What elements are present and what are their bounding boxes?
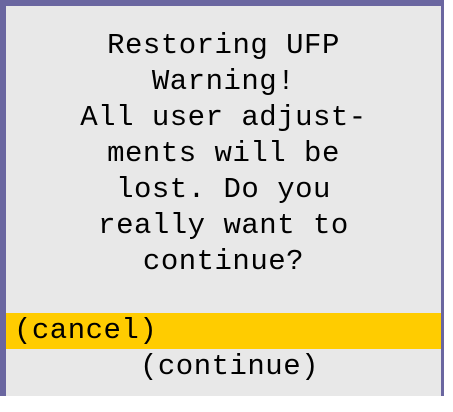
dialog-message-line-1: All user adjust- [80, 101, 367, 134]
dialog-title-line-1: Restoring UFP [107, 29, 340, 62]
cancel-option[interactable]: (cancel) [6, 313, 441, 349]
continue-option[interactable]: (continue) [6, 349, 441, 385]
dialog-message-line-2: ments will be [107, 137, 340, 170]
dialog-message-line-5: continue? [142, 245, 305, 278]
dialog-title-line-2: Warning! [151, 65, 296, 98]
dialog-message: Restoring UFP Warning! All user adjust- … [6, 28, 441, 280]
dialog-message-line-4: really want to [98, 209, 349, 242]
restore-warning-dialog: Restoring UFP Warning! All user adjust- … [0, 0, 444, 396]
dialog-message-line-3: lost. Do you [116, 173, 331, 206]
